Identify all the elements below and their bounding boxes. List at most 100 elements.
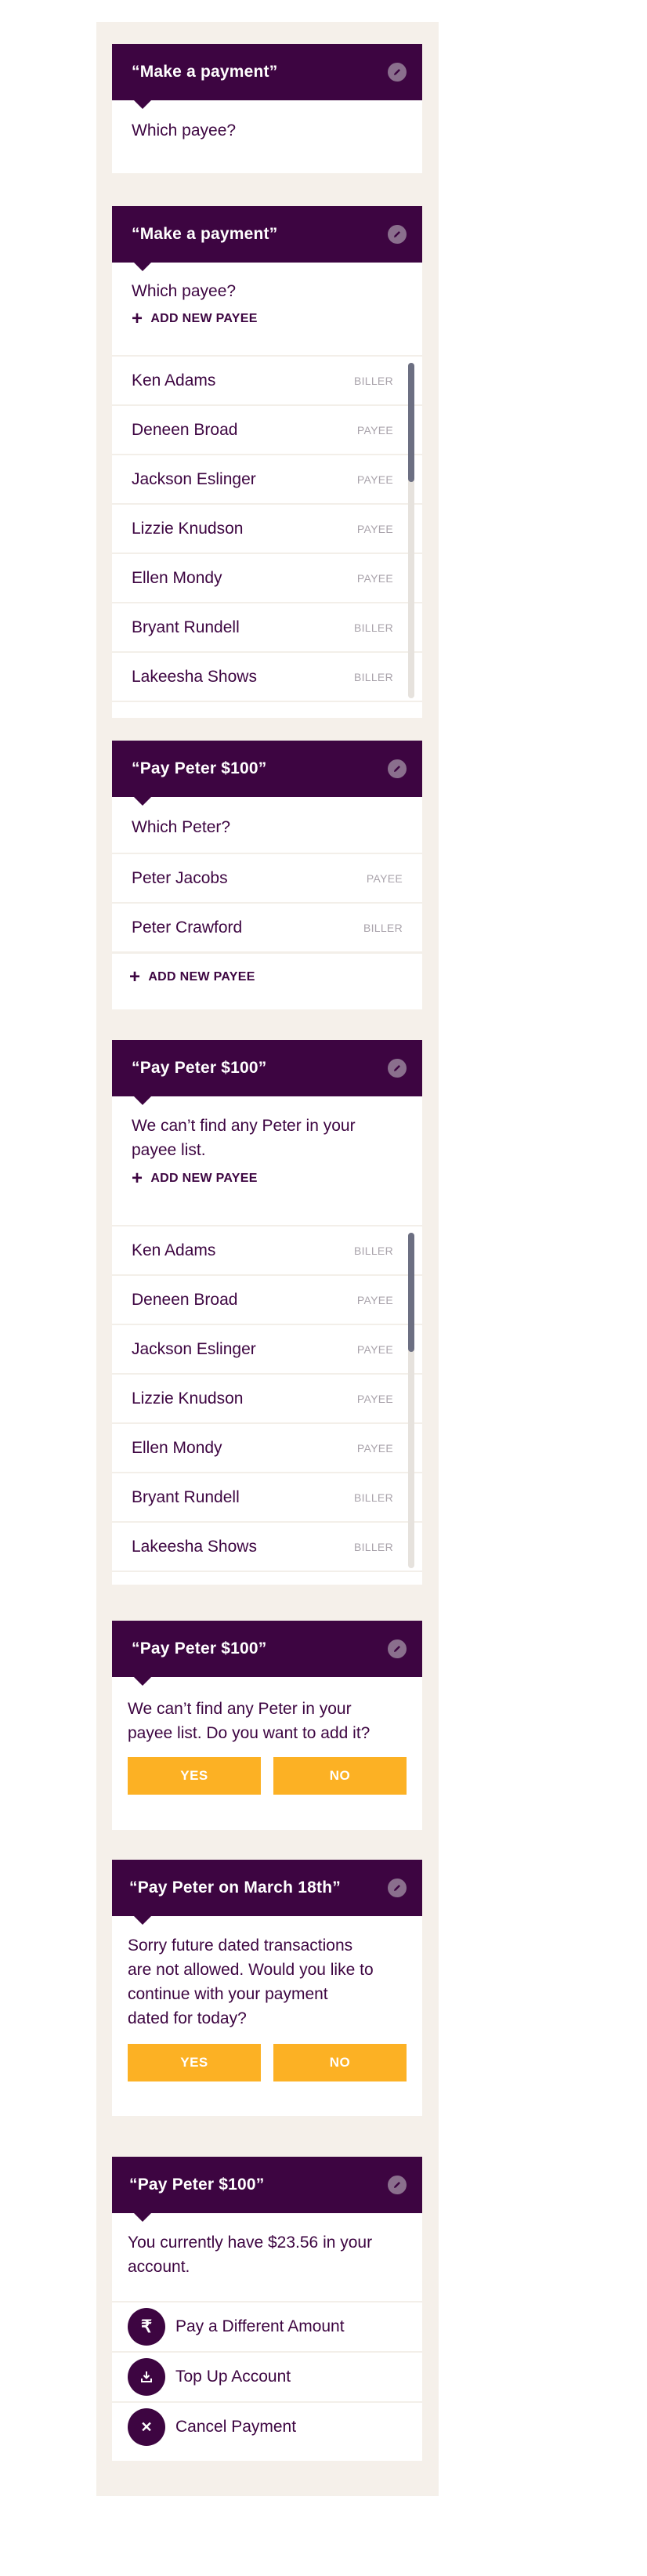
payee-row[interactable]: Lizzie Knudson PAYEE — [112, 1375, 422, 1424]
speech-tail — [133, 1096, 152, 1105]
card-title: “Pay Peter on March 18th” — [129, 1879, 341, 1897]
payee-type: BILLER — [353, 621, 393, 634]
no-button[interactable]: NO — [273, 2044, 407, 2081]
payee-name: Ellen Mondy — [132, 568, 222, 587]
payee-row[interactable]: Ellen Mondy PAYEE — [112, 1424, 422, 1473]
pencil-icon[interactable] — [388, 759, 407, 778]
payee-list[interactable]: Ken Adams BILLER Deneen Broad PAYEE Jackso… — [112, 1225, 422, 1572]
payee-row[interactable]: Ken Adams BILLER — [112, 357, 422, 406]
payee-type: PAYEE — [366, 871, 403, 885]
add-new-payee-button[interactable]: + ADD NEW PAYEE — [132, 310, 404, 328]
payee-type: PAYEE — [356, 1293, 393, 1306]
speech-tail — [133, 1915, 152, 1925]
payee-type: PAYEE — [356, 473, 393, 486]
speech-tail — [133, 1676, 152, 1686]
pencil-icon[interactable] — [388, 63, 407, 82]
scrollbar-track[interactable] — [408, 363, 414, 698]
no-button[interactable]: NO — [273, 1757, 407, 1795]
question-text: Which payee? — [132, 121, 237, 139]
payee-type: PAYEE — [356, 1342, 393, 1356]
payee-name: Jackson Eslinger — [132, 1339, 256, 1358]
message-line: account. — [128, 2258, 190, 2276]
message-line: payee list. — [132, 1141, 206, 1159]
scrollbar-track[interactable] — [408, 1233, 414, 1568]
payee-type: PAYEE — [356, 1441, 393, 1455]
pay-different-amount-button[interactable]: ₹ Pay a Different Amount — [112, 2301, 422, 2351]
top-up-account-button[interactable]: Top Up Account — [112, 2351, 422, 2401]
card-header: “Pay Peter $100” — [112, 2157, 422, 2213]
payee-name: Deneen Broad — [132, 420, 238, 439]
payee-name: Lakeesha Shows — [132, 667, 257, 686]
pencil-icon[interactable] — [388, 2176, 407, 2194]
payee-row[interactable]: Bryant Rundell BILLER — [112, 603, 422, 653]
add-new-payee-label: ADD NEW PAYEE — [150, 1172, 258, 1185]
payee-row[interactable]: Lakeesha Shows BILLER — [112, 1523, 422, 1572]
card-header: “Make a payment” — [112, 44, 422, 100]
payee-row[interactable]: Deneen Broad PAYEE — [112, 1276, 422, 1325]
card-make-payment: “Make a payment” Which payee? — [112, 44, 422, 173]
card-which-peter: “Pay Peter $100” Which Peter? Peter Jaco… — [112, 741, 422, 1009]
plus-icon: + — [132, 1168, 143, 1189]
card-peter-not-found-list: “Pay Peter $100” We can’t find any Peter… — [112, 1040, 422, 1585]
cancel-payment-button[interactable]: ✕ Cancel Payment — [112, 2401, 422, 2451]
message-line: payee list. Do you want to add it? — [128, 1724, 370, 1742]
speech-tail — [133, 262, 152, 271]
conversation-panel: “Make a payment” Which payee? “Make a pa… — [96, 22, 439, 2496]
message-line: You currently have $23.56 in your — [128, 2234, 373, 2252]
pencil-icon[interactable] — [388, 225, 407, 244]
plus-icon: + — [129, 966, 141, 987]
payee-row[interactable]: Jackson Eslinger PAYEE — [112, 455, 422, 505]
message-line: We can’t find any Peter in your — [128, 1700, 352, 1718]
match-list: Peter Jacobs PAYEE Peter Crawford BILLER — [112, 853, 422, 954]
yes-button[interactable]: YES — [128, 1757, 261, 1795]
payee-row[interactable]: Bryant Rundell BILLER — [112, 1473, 422, 1523]
payee-list[interactable]: Ken Adams BILLER Deneen Broad PAYEE Jackso… — [112, 355, 422, 702]
payee-type: PAYEE — [356, 522, 393, 535]
question-text: Which Peter? — [132, 818, 231, 836]
payee-type: BILLER — [353, 1244, 393, 1257]
payee-name: Bryant Rundell — [132, 1487, 240, 1506]
payee-type: BILLER — [353, 374, 393, 387]
pencil-icon[interactable] — [388, 1639, 407, 1658]
question-text: Which payee? — [132, 282, 237, 300]
payee-name: Peter Crawford — [132, 918, 243, 937]
payee-type: PAYEE — [356, 423, 393, 437]
payee-row[interactable]: Lakeesha Shows BILLER — [112, 653, 422, 702]
card-make-payment-list: “Make a payment” Which payee? + ADD NEW … — [112, 206, 422, 718]
scrollbar-thumb[interactable] — [408, 363, 414, 482]
card-future-date: “Pay Peter on March 18th” Sorry future d… — [112, 1860, 422, 2116]
payee-name: Ken Adams — [132, 1241, 216, 1259]
payee-name: Lizzie Knudson — [132, 1389, 244, 1408]
speech-tail — [133, 100, 152, 109]
payee-row[interactable]: Peter Crawford BILLER — [112, 904, 422, 954]
payee-type: BILLER — [353, 1491, 393, 1504]
pencil-icon[interactable] — [388, 1879, 407, 1897]
card-header: “Pay Peter $100” — [112, 741, 422, 797]
payee-type: PAYEE — [356, 571, 393, 585]
add-new-payee-label: ADD NEW PAYEE — [150, 312, 258, 325]
payee-row[interactable]: Ellen Mondy PAYEE — [112, 554, 422, 603]
payee-row[interactable]: Deneen Broad PAYEE — [112, 406, 422, 455]
add-new-payee-button[interactable]: + ADD NEW PAYEE — [112, 954, 422, 987]
payee-name: Jackson Eslinger — [132, 469, 256, 488]
payee-row[interactable]: Ken Adams BILLER — [112, 1226, 422, 1276]
payee-type: BILLER — [353, 670, 393, 683]
plus-icon: + — [132, 308, 143, 329]
action-label: Cancel Payment — [175, 2418, 297, 2436]
payee-name: Lakeesha Shows — [132, 1537, 257, 1556]
speech-tail — [133, 2212, 152, 2222]
payee-row[interactable]: Lizzie Knudson PAYEE — [112, 505, 422, 554]
card-header: “Pay Peter $100” — [112, 1040, 422, 1096]
card-title: “Make a payment” — [132, 225, 278, 243]
payee-row[interactable]: Jackson Eslinger PAYEE — [112, 1325, 422, 1375]
payee-row[interactable]: Peter Jacobs PAYEE — [112, 854, 422, 904]
yes-button[interactable]: YES — [128, 2044, 261, 2081]
download-icon — [128, 2358, 165, 2396]
add-new-payee-button[interactable]: + ADD NEW PAYEE — [132, 1169, 404, 1188]
pencil-icon[interactable] — [388, 1059, 407, 1078]
scrollbar-thumb[interactable] — [408, 1233, 414, 1352]
close-icon: ✕ — [128, 2408, 165, 2446]
add-new-payee-label: ADD NEW PAYEE — [148, 970, 255, 984]
card-header: “Make a payment” — [112, 206, 422, 263]
card-title: “Pay Peter $100” — [132, 1059, 267, 1077]
